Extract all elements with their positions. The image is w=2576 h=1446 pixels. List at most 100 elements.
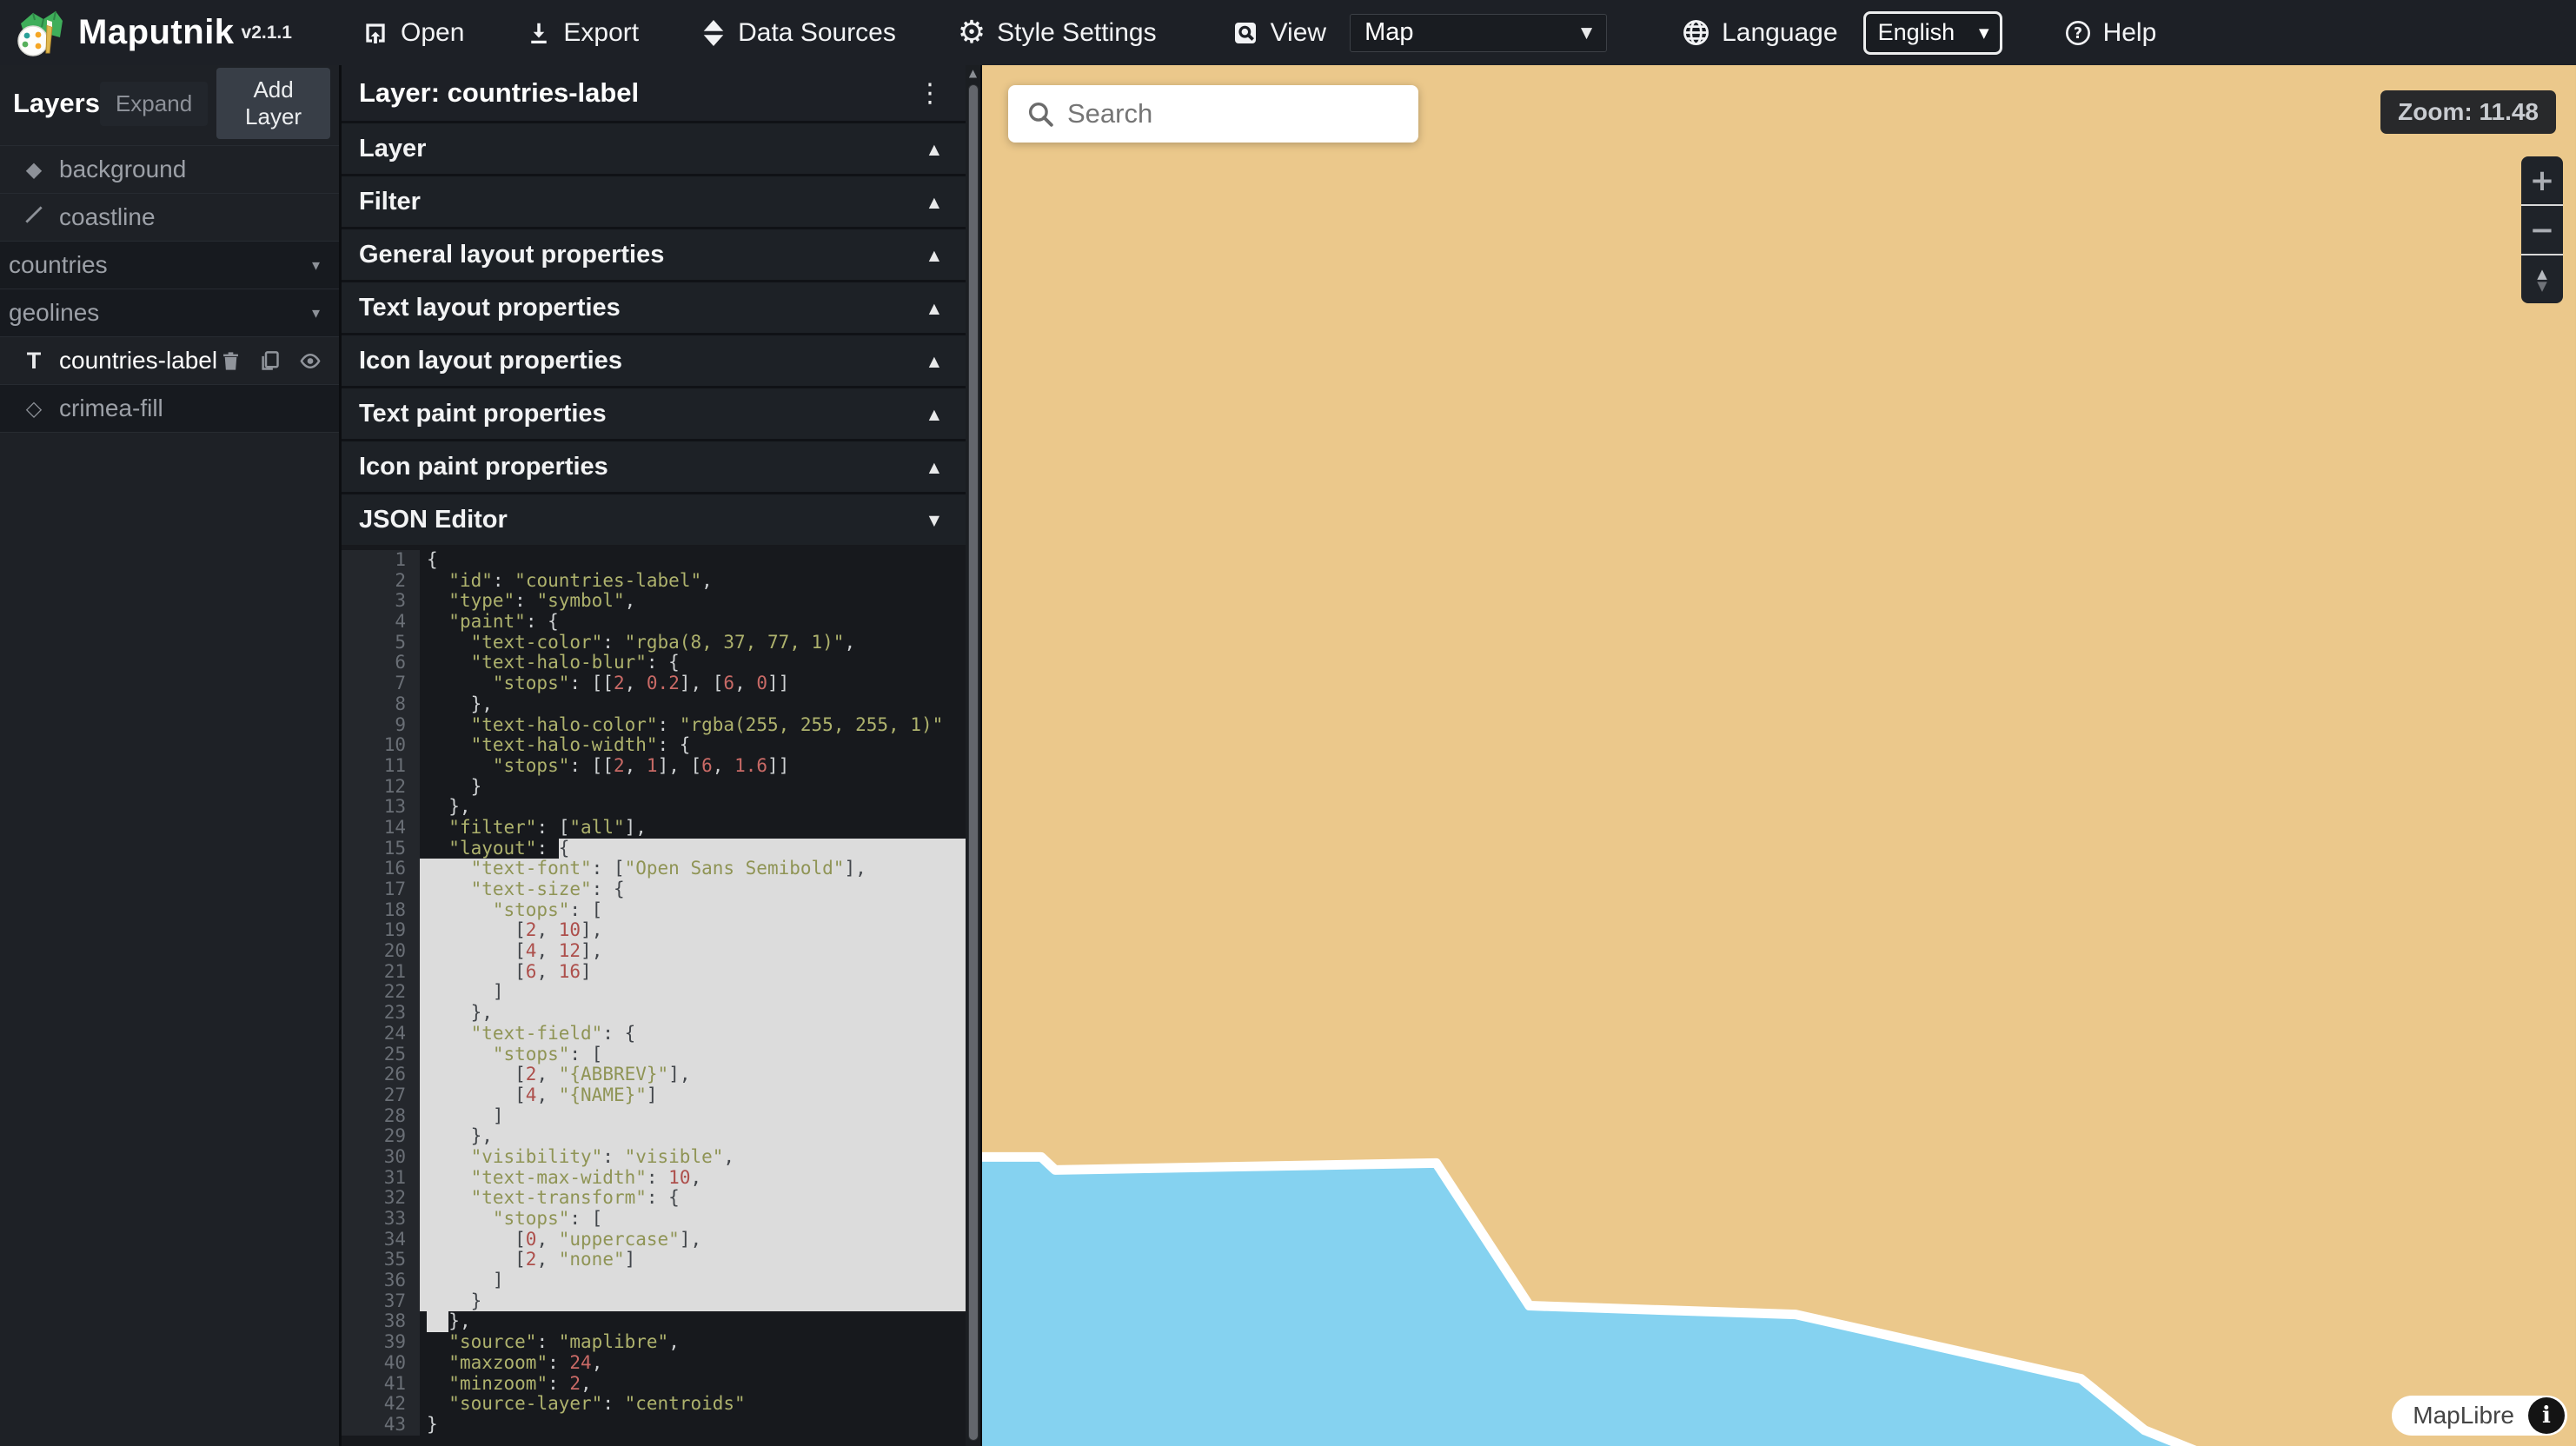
sidebar-item-countries-label[interactable]: Tcountries-label <box>0 337 339 385</box>
code-line[interactable]: 38 }, <box>342 1311 966 1332</box>
map-canvas[interactable] <box>982 65 2576 1446</box>
code-line[interactable]: 34 [0, "uppercase"], <box>342 1230 966 1250</box>
code-line[interactable]: 14 "filter": ["all"], <box>342 818 966 839</box>
code-line[interactable]: 21 [6, 16] <box>342 962 966 983</box>
code-line[interactable]: 25 "stops": [ <box>342 1045 966 1065</box>
code-line[interactable]: 6 "text-halo-blur": { <box>342 653 966 673</box>
code-line[interactable]: 35 [2, "none"] <box>342 1250 966 1270</box>
code-line[interactable]: 18 "stops": [ <box>342 900 966 921</box>
sidebar-item-coastline[interactable]: coastline <box>0 194 339 242</box>
section-header-layer[interactable]: Layer▲ <box>342 121 966 174</box>
attribution-link[interactable]: MapLibre <box>2413 1402 2514 1429</box>
panel-scrollbar[interactable]: ▲ <box>966 65 982 1446</box>
section-header-text-layout-properties[interactable]: Text layout properties▲ <box>342 280 966 333</box>
code-line[interactable]: 30 "visibility": "visible", <box>342 1147 966 1168</box>
section-header-icon-paint-properties[interactable]: Icon paint properties▲ <box>342 439 966 492</box>
code-line[interactable]: 37 } <box>342 1291 966 1312</box>
layer-item-label: coastline <box>59 203 339 231</box>
sidebar-item-background[interactable]: ◆background <box>0 146 339 194</box>
line-number: 26 <box>342 1065 420 1085</box>
code-line[interactable]: 43} <box>342 1415 966 1436</box>
code-line[interactable]: 9 "text-halo-color": "rgba(255, 255, 255… <box>342 715 966 736</box>
code-line[interactable]: 28 ] <box>342 1106 966 1127</box>
code-line[interactable]: 4 "paint": { <box>342 612 966 633</box>
section-header-general-layout-properties[interactable]: General layout properties▲ <box>342 227 966 280</box>
json-editor[interactable]: 1{2 "id": "countries-label",3 "type": "s… <box>342 545 966 1446</box>
chevron-down-icon[interactable]: ▾ <box>312 304 339 322</box>
view-document-icon <box>1232 19 1259 47</box>
expand-button[interactable]: Expand <box>100 82 208 126</box>
menu-language: Language English ▼ <box>1675 0 2008 65</box>
section-header-json-editor[interactable]: JSON Editor▼ <box>342 492 966 545</box>
code-text: [4, "{NAME}"] <box>420 1085 966 1106</box>
code-line[interactable]: 40 "maxzoom": 24, <box>342 1353 966 1374</box>
menu-open-button[interactable]: Open <box>355 0 471 65</box>
code-line[interactable]: 23 }, <box>342 1003 966 1024</box>
map-viewport[interactable]: Zoom: 11.48 + − ▲▼ MapLibre i <box>982 65 2576 1446</box>
duplicate-icon[interactable] <box>258 349 282 373</box>
code-line[interactable]: 13 }, <box>342 797 966 818</box>
code-line[interactable]: 24 "text-field": { <box>342 1024 966 1045</box>
code-line[interactable]: 26 [2, "{ABBREV}"], <box>342 1065 966 1085</box>
code-line[interactable]: 22 ] <box>342 982 966 1003</box>
code-line[interactable]: 19 [2, 10], <box>342 920 966 941</box>
chevron-down-icon[interactable]: ▾ <box>312 256 339 275</box>
code-line[interactable]: 12 } <box>342 777 966 798</box>
code-line[interactable]: 10 "text-halo-width": { <box>342 735 966 756</box>
search-input[interactable] <box>1067 85 1418 143</box>
code-line[interactable]: 15 "layout": { <box>342 839 966 859</box>
help-icon: ? <box>2064 19 2092 47</box>
code-line[interactable]: 11 "stops": [[2, 1], [6, 1.6]] <box>342 756 966 777</box>
code-line[interactable]: 42 "source-layer": "centroids" <box>342 1394 966 1415</box>
code-line[interactable]: 2 "id": "countries-label", <box>342 571 966 592</box>
code-line[interactable]: 27 [4, "{NAME}"] <box>342 1085 966 1106</box>
chevron-up-icon: ▲ <box>929 194 939 210</box>
section-header-filter[interactable]: Filter▲ <box>342 174 966 227</box>
code-line[interactable]: 5 "text-color": "rgba(8, 37, 77, 1)", <box>342 633 966 653</box>
code-line[interactable]: 41 "minzoom": 2, <box>342 1374 966 1395</box>
zoom-out-button[interactable]: − <box>2521 206 2563 254</box>
kebab-menu-icon[interactable]: ⋮ <box>917 78 943 109</box>
line-number: 5 <box>342 633 420 653</box>
code-line[interactable]: 31 "text-max-width": 10, <box>342 1168 966 1189</box>
language-select[interactable]: English ▼ <box>1863 11 2002 55</box>
panel-scrollbar-thumb[interactable] <box>968 84 979 1441</box>
code-line[interactable]: 3 "type": "symbol", <box>342 591 966 612</box>
pitch-toggle-button[interactable]: ▲▼ <box>2521 255 2563 303</box>
section-header-text-paint-properties[interactable]: Text paint properties▲ <box>342 386 966 439</box>
delete-icon[interactable] <box>219 349 242 373</box>
code-line[interactable]: 1{ <box>342 550 966 571</box>
code-line[interactable]: 8 }, <box>342 694 966 715</box>
menu-export-button[interactable]: Export <box>519 0 646 65</box>
section-header-icon-layout-properties[interactable]: Icon layout properties▲ <box>342 333 966 386</box>
code-line[interactable]: 39 "source": "maplibre", <box>342 1332 966 1353</box>
globe-icon <box>1682 18 1710 47</box>
menu-data-sources-button[interactable]: Data Sources <box>694 0 903 65</box>
menu-help-button[interactable]: ? Help <box>2057 0 2164 65</box>
code-text: "text-font": ["Open Sans Semibold"], <box>420 859 966 879</box>
code-line[interactable]: 32 "text-transform": { <box>342 1188 966 1209</box>
code-text: ] <box>420 982 966 1003</box>
sidebar-item-crimea-fill[interactable]: ◇crimea-fill <box>0 385 339 433</box>
code-line[interactable]: 7 "stops": [[2, 0.2], [6, 0]] <box>342 673 966 694</box>
map-attribution: MapLibre i <box>2392 1396 2567 1436</box>
code-line[interactable]: 17 "text-size": { <box>342 879 966 900</box>
code-line[interactable]: 16 "text-font": ["Open Sans Semibold"], <box>342 859 966 879</box>
sidebar-item-countries[interactable]: countries▾ <box>0 242 339 289</box>
view-select[interactable]: Map ▼ <box>1350 14 1607 52</box>
zoom-in-button[interactable]: + <box>2521 156 2563 204</box>
view-select-value: Map <box>1364 18 1413 47</box>
line-number: 1 <box>342 550 420 571</box>
info-icon[interactable]: i <box>2528 1397 2565 1434</box>
scroll-up-icon[interactable]: ▲ <box>966 67 980 79</box>
sidebar-item-geolines[interactable]: geolines▾ <box>0 289 339 337</box>
code-line[interactable]: 33 "stops": [ <box>342 1209 966 1230</box>
code-line[interactable]: 29 }, <box>342 1126 966 1147</box>
code-text: "source": "maplibre", <box>420 1332 966 1353</box>
code-line[interactable]: 20 [4, 12], <box>342 941 966 962</box>
visibility-icon[interactable] <box>297 349 323 373</box>
code-line[interactable]: 36 ] <box>342 1270 966 1291</box>
add-layer-button[interactable]: Add Layer <box>216 68 330 139</box>
top-bar: Maputnik v2.1.1 Open Export Data Sources <box>0 0 2576 65</box>
menu-style-settings-button[interactable]: ⚙ Style Settings <box>951 0 1164 65</box>
